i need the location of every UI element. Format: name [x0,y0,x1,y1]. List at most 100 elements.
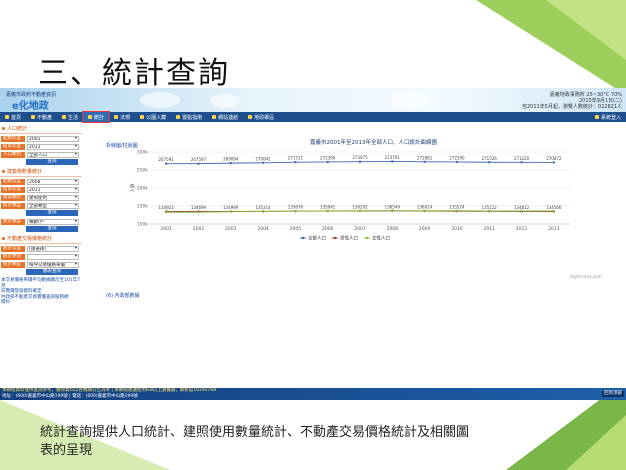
chart-icon [88,115,93,119]
bullet-icon [2,237,5,240]
data-label: 135676 [288,205,304,210]
price-year-select[interactable]: (請選擇) [27,245,79,252]
slide-caption: 統計查詢提供人口統計、建照使用數量統計、不動產交易價格統計及相關圖表的呈現 [40,425,470,458]
corner-decoration [546,0,626,60]
x-tick-label: 2006 [322,226,334,232]
data-label: 272390 [449,155,465,160]
bullet-icon [2,170,5,173]
x-tick-label: 2005 [290,226,302,232]
building-unit-query-button[interactable]: 查詢 [26,226,78,232]
building-unit-select[interactable]: 棟數/戶 [27,218,79,225]
data-point [520,209,523,213]
building-stat-type-select[interactable]: 全部類型 [27,202,79,209]
data-label: 272390 [320,155,336,160]
visitor-count: 自2011年5月起，瀏覽人數統計：022821人 [522,104,622,110]
x-tick-label: 2004 [257,226,269,232]
field-label: 結束年度 [1,143,25,150]
price-season-select[interactable] [27,253,79,260]
data-label: 135524 [449,205,465,210]
data-point [197,210,200,214]
building-end-year-select[interactable]: 2011 [27,186,79,193]
nav-land[interactable]: 地政專區 [243,112,279,122]
y-tick-label: 300k [137,150,149,156]
x-tick-label: 2009 [419,226,431,232]
data-point [358,209,362,212]
data-point [520,161,523,164]
data-label: 269094 [223,157,239,162]
x-tick-label: 2003 [225,226,237,232]
building-type-select[interactable]: 建照使用 [27,194,79,201]
legend-marker [301,236,305,240]
nav-links[interactable]: 網站連結 [207,112,243,122]
field-label: 統計類型 [1,202,25,209]
data-point [294,160,297,164]
building-start-year-select[interactable]: 2008 [27,178,79,185]
legend-entry: 全部人口 [308,235,326,242]
legend-entry: 女性人口 [372,235,390,242]
data-point [552,209,556,213]
data-point [391,160,394,163]
field-label: 統計類型 [1,261,25,268]
leaf-icon [62,115,67,119]
site-logo[interactable]: 嘉義市政府不動產資訊 e化地政 [2,90,62,112]
nav-life[interactable]: 生活 [57,112,83,122]
data-point [423,209,426,212]
y-tick-label: 100k [137,222,149,228]
data-label: 270041 [255,156,271,161]
nav-statistics[interactable]: 統計 [82,111,111,123]
website-screenshot: 嘉義市政府不動產資訊 e化地政 嘉義地政事務所 25~30°C 70% 2015… [0,88,626,400]
nav-login[interactable]: 系統登入 [590,112,626,122]
chart-panel: 折線圖/柱狀圖 嘉義市2001年至2013年全部人口、人口統計曲線圖 300k 2… [100,124,620,324]
population-query-button[interactable]: 查詢 [26,159,78,165]
price-type-select[interactable]: 每坪交易價格單價 [27,261,79,268]
data-label: 270872 [546,156,562,161]
legend-marker [365,236,369,240]
data-point [455,160,459,164]
nav-realestate[interactable]: 不動產 [26,112,57,122]
chart-title: 嘉義市2001年至2013年全部人口、人口統計曲線圖 [310,140,437,146]
legend-entry: 男性人口 [340,235,358,242]
link-icon [212,115,217,119]
population-type-select[interactable]: 全部人口 [27,151,79,158]
population-line-chart: 300k 250k 200k 150k 100k 人數 2001 2002 2003 2004 20… [130,150,570,242]
price-chart-query-button[interactable]: 圖表查詢 [26,269,78,275]
nav-regulations[interactable]: 法規 [109,112,135,122]
nav-park[interactable]: 公園入藏 [135,112,171,122]
nav-guide[interactable]: 置點指南 [171,112,207,122]
source-link[interactable]: (6) 內政部數據 [106,292,140,299]
data-label: 134922 [159,205,175,210]
data-point [455,209,459,212]
end-year-select[interactable]: 2013 [27,143,79,150]
x-tick-label: 2010 [451,226,463,232]
x-tick-label: 2012 [516,226,528,232]
data-point [358,160,362,163]
sidebar-note: 本交易價格單價平均數據顯示至101年7月 前實價登錄資料確定 內政部不動產交易實… [1,278,80,305]
data-point [164,211,168,214]
field-label: 建築類別 [1,194,25,201]
data-point [164,162,168,165]
data-point [488,161,491,164]
data-label: 136292 [352,204,368,209]
data-point [229,210,232,213]
field-label: 統計年度 [1,245,25,252]
start-year-select[interactable]: 2001 [27,135,79,142]
data-label: 271220 [514,156,530,161]
corner-decoration [566,415,626,470]
building-query-button[interactable]: 查詢 [26,210,78,216]
nav-home[interactable]: 首頁 [0,112,26,122]
data-point [261,210,265,213]
x-tick-label: 2008 [387,226,399,232]
user-icon [594,115,599,119]
data-label: 134999 [223,205,239,210]
bullet-icon [2,127,5,130]
folder-icon [248,115,253,119]
data-label: 271721 [288,156,304,161]
data-label: 273791 [385,155,401,160]
section-title-population: 人口統計 [0,124,82,134]
data-label: 271526 [482,156,498,161]
data-point [261,161,265,164]
back-to-top-button[interactable]: 回到頂部 [602,391,624,397]
field-label: 統計季別 [1,253,25,260]
data-label: 135941 [320,205,336,210]
y-tick-label: 150k [137,204,149,210]
